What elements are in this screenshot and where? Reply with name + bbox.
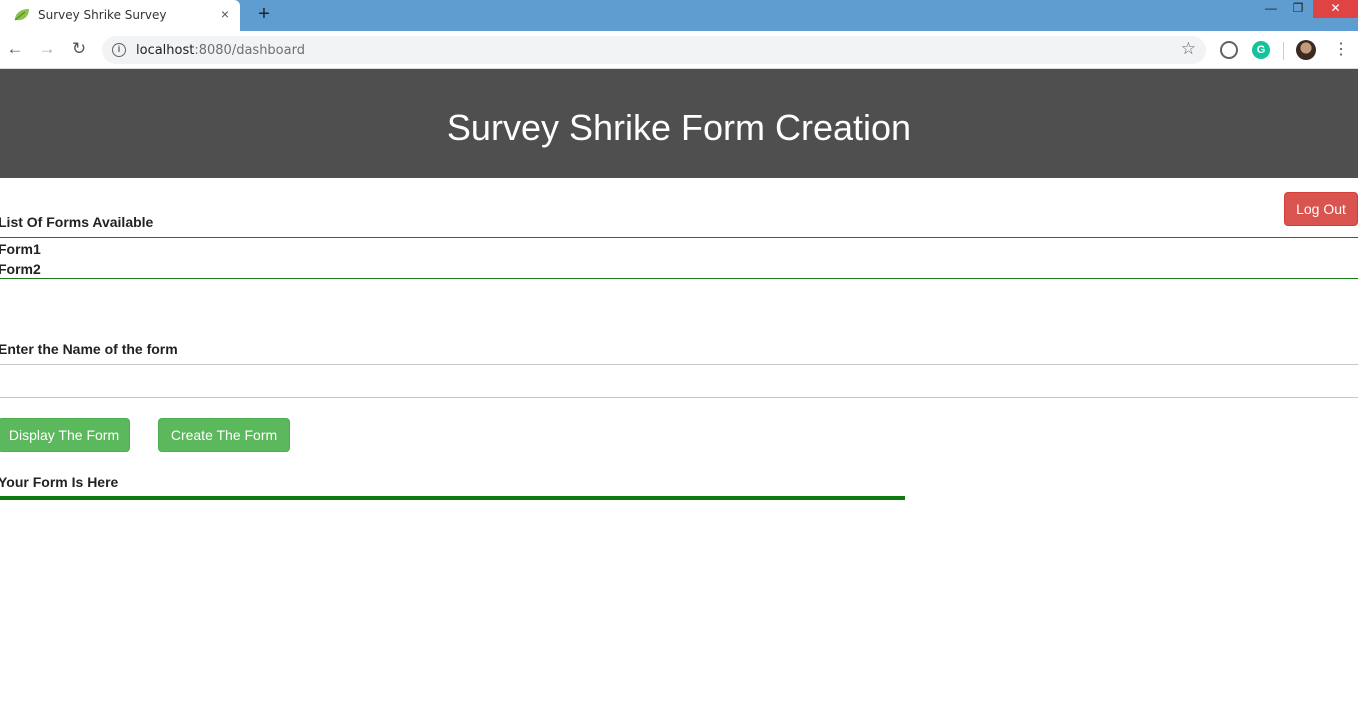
minimize-icon[interactable]: —: [1260, 0, 1282, 18]
back-icon[interactable]: ←: [5, 39, 25, 59]
browser-tab[interactable]: Survey Shrike Survey ×: [0, 0, 240, 31]
address-bar[interactable]: i localhost:8080/dashboard ☆: [102, 36, 1206, 64]
list-item[interactable]: Form2: [0, 261, 41, 277]
create-form-button[interactable]: Create The Form: [158, 418, 290, 452]
grammarly-icon[interactable]: G: [1252, 41, 1270, 59]
bookmark-star-icon[interactable]: ☆: [1181, 39, 1196, 59]
leaf-icon: [14, 9, 29, 21]
form-name-input[interactable]: [0, 364, 1358, 398]
form-output-label: Your Form Is Here: [0, 474, 119, 490]
forms-list: Form1 Form2: [0, 237, 1358, 279]
toolbar-divider: [1283, 42, 1284, 60]
logout-button[interactable]: Log Out: [1284, 192, 1358, 226]
page-title: Survey Shrike Form Creation: [446, 107, 912, 148]
reload-icon[interactable]: ↻: [69, 39, 89, 59]
browser-toolbar: ← → ↻ i localhost:8080/dashboard ☆ G ⋮: [0, 31, 1358, 69]
list-item[interactable]: Form1: [0, 241, 41, 257]
page-content: Survey Shrike Form Creation Log Out List…: [0, 69, 1358, 726]
extension-icon[interactable]: [1220, 41, 1238, 59]
display-form-button[interactable]: Display The Form: [0, 418, 130, 452]
url-path: :8080/dashboard: [194, 43, 305, 58]
url-text[interactable]: localhost:8080/dashboard: [136, 43, 305, 58]
form-output-divider: [0, 496, 905, 500]
profile-avatar[interactable]: [1296, 40, 1316, 60]
info-icon[interactable]: i: [112, 43, 126, 57]
close-tab-icon[interactable]: ×: [217, 6, 233, 22]
window-close-icon[interactable]: ✕: [1313, 0, 1358, 18]
browser-tabstrip: Survey Shrike Survey × + — ❐ ✕: [0, 0, 1358, 31]
url-host: localhost: [136, 43, 195, 58]
kebab-menu-icon[interactable]: ⋮: [1333, 40, 1349, 60]
forms-list-label: List Of Forms Available: [0, 214, 154, 230]
forward-icon[interactable]: →: [37, 39, 57, 59]
tab-title: Survey Shrike Survey: [38, 8, 167, 22]
page-header: Survey Shrike Form Creation: [0, 69, 1358, 178]
form-name-label: Enter the Name of the form: [0, 341, 178, 357]
new-tab-icon[interactable]: +: [254, 4, 274, 24]
restore-icon[interactable]: ❐: [1287, 0, 1309, 18]
